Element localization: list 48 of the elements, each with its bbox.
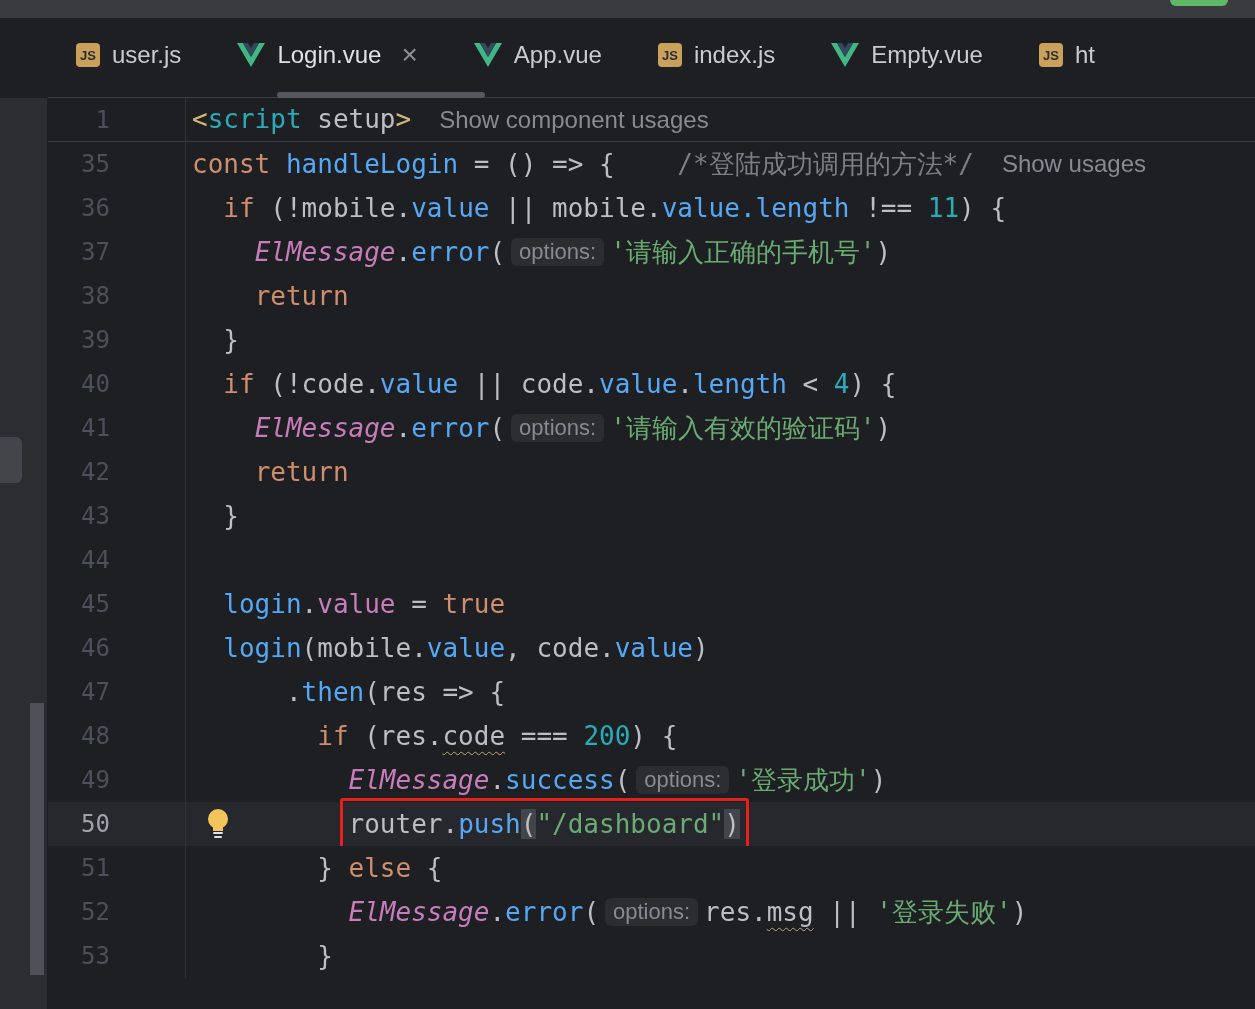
code-text: <script setup>: [192, 103, 412, 136]
code-text: }: [317, 939, 333, 973]
code-text: }: [223, 499, 239, 533]
js-file-icon: JS: [76, 43, 100, 67]
code-text: return: [254, 455, 349, 489]
code-text: } else {: [317, 851, 443, 885]
side-tab[interactable]: [0, 437, 22, 483]
close-icon[interactable]: ×: [401, 41, 418, 69]
editor-tab[interactable]: JS index.js: [657, 18, 776, 92]
code-text: login.value = true: [223, 587, 506, 621]
js-file-icon: JS: [657, 43, 682, 67]
code-text: router.push("/dashboard"): [348, 807, 740, 841]
code-text: '请输入有效的验证码'): [610, 411, 892, 445]
code-text: const handleLogin = () => { /*登陆成功调用的方法*/: [192, 147, 974, 181]
code-text: '请输入正确的手机号'): [610, 235, 892, 269]
editor-tab[interactable]: Login.vue ×: [237, 18, 418, 92]
vue-logo-icon: [237, 43, 266, 67]
code-text: }: [223, 323, 239, 357]
usages-link[interactable]: Show component usages: [439, 101, 709, 138]
editor-tab[interactable]: App.vue: [473, 18, 602, 92]
status-indicator: [1170, 0, 1228, 6]
code-text: '登录成功'): [735, 763, 887, 797]
code-text: ElMessage.success(: [348, 763, 631, 797]
inlay-hint: options:: [605, 898, 699, 926]
line-number: 50: [80, 809, 110, 840]
inlay-hint: options:: [511, 414, 605, 442]
editor-tab[interactable]: Empty.vue: [831, 18, 983, 92]
code-text: if (!mobile.value || mobile.value.length !== 11) {: [223, 191, 1007, 226]
usages-link[interactable]: Show usages: [1001, 146, 1146, 182]
inlay-hint: options:: [511, 238, 605, 266]
inlay-hint: options:: [636, 766, 730, 794]
vue-logo-icon: [473, 43, 502, 67]
code-text: if (!code.value || code.value.length < 4) {: [223, 367, 897, 402]
editor-tab[interactable]: JS ht: [1038, 18, 1095, 92]
code-text: ElMessage.error(: [254, 411, 506, 445]
js-file-icon: JS: [1038, 43, 1063, 67]
vue-logo-icon: [831, 43, 860, 67]
code-text: login(mobile.value, code.value): [223, 631, 709, 665]
scrollbar-thumb[interactable]: [30, 703, 44, 975]
code-text: ElMessage.error(: [348, 895, 600, 929]
scrollbar-thumb[interactable]: [277, 92, 485, 98]
code-text: if (res.code === 200) {: [317, 719, 678, 753]
code-text: res.msg || '登录失败'): [704, 895, 1028, 930]
lightbulb-icon[interactable]: [207, 809, 229, 839]
code-text: .then(res => {: [285, 675, 506, 709]
code-text: ElMessage.error(: [254, 235, 506, 269]
code-text: return: [254, 279, 349, 313]
editor-tab[interactable]: JS user.js: [76, 18, 182, 92]
